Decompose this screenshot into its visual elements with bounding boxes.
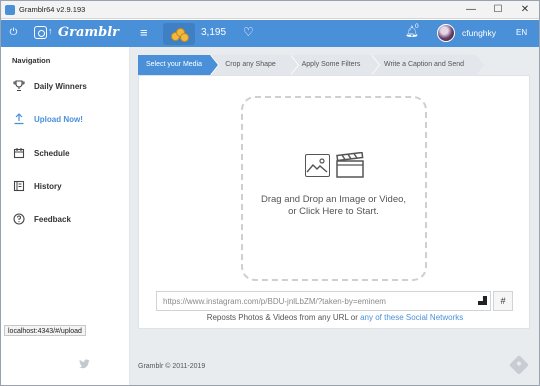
- notification-count: 0: [415, 23, 419, 30]
- sidebar-item-label: Feedback: [34, 215, 71, 224]
- wizard-steps: Select your Media Crop any Shape Apply S…: [138, 55, 484, 75]
- brand-logo[interactable]: Gramblr: [58, 25, 119, 40]
- app-window: Gramblr64 v2.9.193 — ☐ ✕ ⏻ ↑ Gramblr ≡ 3…: [0, 0, 540, 386]
- tag-icon[interactable]: [509, 355, 529, 375]
- instagram-url-input[interactable]: [156, 291, 491, 311]
- status-bar-url: localhost:4343/#/upload: [4, 325, 86, 336]
- question-icon: [13, 213, 25, 225]
- username[interactable]: cfunghky: [462, 28, 496, 38]
- sidebar-item-label: Schedule: [34, 149, 70, 158]
- language-selector[interactable]: EN: [516, 28, 527, 37]
- sidebar-item-label: History: [34, 182, 62, 191]
- copyright: Gramblr © 2011-2019: [138, 363, 206, 370]
- reposts-info: Reposts Photos & Videos from any URL or …: [139, 313, 531, 322]
- dropzone-text: Drag and Drop an Image or Video, or Clic…: [243, 194, 424, 218]
- instagram-icon: [34, 26, 47, 39]
- app-icon: [5, 5, 15, 15]
- step-label: Crop any Shape: [225, 61, 276, 68]
- step-select-media[interactable]: Select your Media: [138, 55, 218, 75]
- sidebar-item-history[interactable]: History: [1, 176, 129, 196]
- power-icon[interactable]: ⏻: [8, 27, 19, 38]
- close-button[interactable]: ✕: [512, 2, 538, 17]
- sidebar-heading: Navigation: [12, 56, 51, 65]
- step-caption-send[interactable]: Write a Caption and Send: [372, 55, 484, 75]
- image-icon: [305, 154, 330, 177]
- hashtag-button[interactable]: #: [493, 291, 513, 311]
- maximize-button[interactable]: ☐: [485, 2, 511, 17]
- trophy-icon: [13, 80, 25, 92]
- heart-icon[interactable]: ♡: [243, 26, 254, 39]
- url-row: #: [156, 291, 513, 311]
- menu-icon[interactable]: ≡: [140, 26, 148, 40]
- sidebar-item-label: Upload Now!: [34, 115, 83, 124]
- step-crop[interactable]: Crop any Shape: [211, 55, 298, 75]
- twitter-icon[interactable]: [79, 359, 90, 372]
- reposts-text: Reposts Photos & Videos from any URL or: [206, 313, 361, 322]
- history-icon: [13, 180, 25, 192]
- upload-icon: [13, 113, 25, 125]
- coins-icon[interactable]: [163, 23, 195, 45]
- sidebar-item-upload-now[interactable]: Upload Now!: [1, 109, 129, 129]
- credits-count: 3,195: [201, 27, 227, 38]
- sidebar-item-label: Daily Winners: [34, 82, 87, 91]
- social-networks-link[interactable]: any of these Social Networks: [360, 313, 463, 322]
- minimize-button[interactable]: —: [458, 2, 484, 17]
- avatar[interactable]: [437, 24, 455, 42]
- sidebar-item-feedback[interactable]: Feedback: [1, 209, 129, 229]
- main-content: Select your Media Crop any Shape Apply S…: [130, 47, 539, 385]
- sidebar-item-schedule[interactable]: Schedule: [1, 143, 129, 163]
- title-bar: Gramblr64 v2.9.193 — ☐ ✕: [1, 1, 539, 19]
- step-filters[interactable]: Apply Some Filters: [291, 55, 379, 75]
- upload-arrow-icon: ↑: [48, 26, 53, 36]
- window-title: Gramblr64 v2.9.193: [19, 5, 86, 14]
- sidebar-item-daily-winners[interactable]: Daily Winners: [1, 76, 129, 96]
- upload-card: Drag and Drop an Image or Video, or Clic…: [138, 75, 530, 329]
- dropzone-line-1: Drag and Drop an Image or Video,: [260, 194, 407, 205]
- media-dropzone[interactable]: Drag and Drop an Image or Video, or Clic…: [241, 96, 427, 281]
- step-label: Apply Some Filters: [301, 61, 361, 68]
- dropzone-line-2: or Click Here to Start.: [288, 206, 379, 217]
- step-label: Write a Caption and Send: [383, 61, 465, 68]
- calendar-icon: [13, 147, 25, 159]
- top-nav: ⏻ ↑ Gramblr ≡ 3,195 ♡ 🔔︎ 0 cfunghky EN: [1, 20, 539, 47]
- step-label: Select your Media: [145, 61, 203, 68]
- video-clapperboard-icon: [336, 152, 364, 178]
